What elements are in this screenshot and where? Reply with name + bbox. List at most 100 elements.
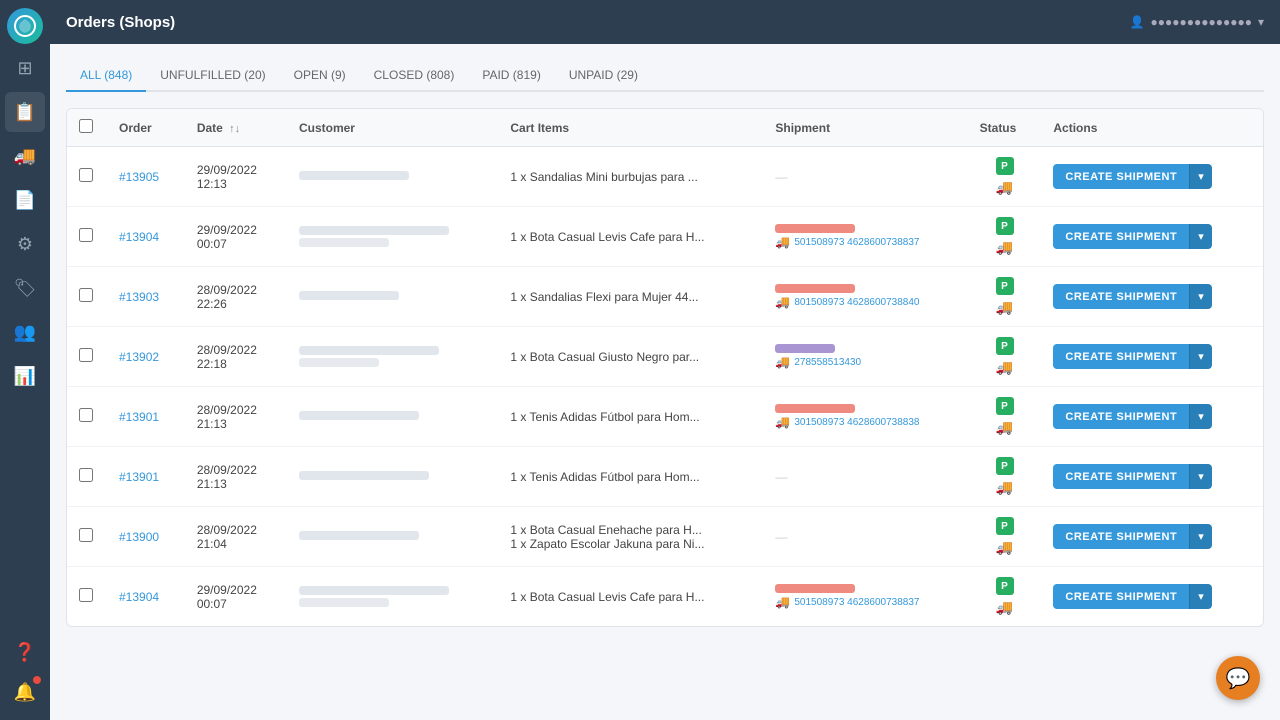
actions-cell: CREATE SHIPMENT ▾ <box>1041 387 1263 447</box>
row-checkbox-13901b[interactable] <box>79 468 93 482</box>
shipment-bar-red <box>775 584 855 593</box>
create-shipment-button[interactable]: CREATE SHIPMENT <box>1053 224 1189 249</box>
order-link-13902[interactable]: #13902 <box>119 350 159 364</box>
tracking-number: 501508973 4628600738837 <box>794 597 919 608</box>
row-checkbox-13905[interactable] <box>79 168 93 182</box>
table-row: #1390228/09/202222:181 x Bota Casual Giu… <box>67 327 1263 387</box>
sidebar-item-reports[interactable]: 📊 <box>5 356 45 396</box>
row-checkbox-13900[interactable] <box>79 528 93 542</box>
order-date: 28/09/202221:13 <box>185 387 287 447</box>
order-link-13903[interactable]: #13903 <box>119 290 159 304</box>
shipment-cell: — <box>763 447 967 507</box>
user-icon: 👤 <box>1130 15 1145 29</box>
cart-items-cell: 1 x Tenis Adidas Fútbol para Hom... <box>498 387 763 447</box>
order-date: 29/09/202200:07 <box>185 207 287 267</box>
cart-items-cell: 1 x Bota Casual Enehache para H...1 x Za… <box>498 507 763 567</box>
sidebar-item-help[interactable]: ❓ <box>5 632 45 672</box>
shipment-cell: — <box>763 147 967 207</box>
status-cell: P 🚚 <box>968 447 1042 507</box>
actions-cell: CREATE SHIPMENT ▾ <box>1041 567 1263 627</box>
content-area: ALL (848) UNFULFILLED (20) OPEN (9) CLOS… <box>50 44 1280 720</box>
order-tabs: ALL (848) UNFULFILLED (20) OPEN (9) CLOS… <box>66 60 1264 92</box>
create-shipment-dropdown[interactable]: ▾ <box>1189 404 1212 429</box>
status-fulfillment-icon: 🚚 <box>996 539 1013 556</box>
create-shipment-button[interactable]: CREATE SHIPMENT <box>1053 344 1189 369</box>
truck-icon: 🚚 <box>775 295 790 309</box>
create-shipment-dropdown[interactable]: ▾ <box>1189 344 1212 369</box>
row-checkbox-13904b[interactable] <box>79 588 93 602</box>
sidebar-item-dashboard[interactable]: ⊞ <box>5 48 45 88</box>
tab-unfulfilled[interactable]: UNFULFILLED (20) <box>146 60 279 92</box>
customer-cell <box>287 327 498 387</box>
customer-cell <box>287 207 498 267</box>
select-all-checkbox[interactable] <box>79 119 93 133</box>
sidebar-item-orders[interactable]: 📋 <box>5 92 45 132</box>
cart-items-cell: 1 x Sandalias Flexi para Mujer 44... <box>498 267 763 327</box>
order-link-13901a[interactable]: #13901 <box>119 410 159 424</box>
cart-item-text: 1 x Tenis Adidas Fútbol para Hom... <box>510 470 730 484</box>
create-shipment-dropdown[interactable]: ▾ <box>1189 524 1212 549</box>
create-shipment-dropdown[interactable]: ▾ <box>1189 584 1212 609</box>
status-fulfillment-icon: 🚚 <box>996 599 1013 616</box>
create-shipment-dropdown[interactable]: ▾ <box>1189 284 1212 309</box>
row-checkbox-13904a[interactable] <box>79 228 93 242</box>
sidebar-item-documents[interactable]: 📄 <box>5 180 45 220</box>
status-cell: P 🚚 <box>968 207 1042 267</box>
sidebar-item-settings[interactable]: ⚙ <box>5 224 45 264</box>
status-paid-icon: P <box>996 217 1014 235</box>
create-shipment-button[interactable]: CREATE SHIPMENT <box>1053 584 1189 609</box>
customer-name-blurred <box>299 471 429 480</box>
user-dropdown-icon[interactable]: ▾ <box>1258 15 1264 29</box>
sidebar-item-users[interactable]: 👥 <box>5 312 45 352</box>
cart-items-cell: 1 x Bota Casual Levis Cafe para H... <box>498 207 763 267</box>
cart-item-text: 1 x Zapato Escolar Jakuna para Ni... <box>510 537 730 551</box>
tab-paid[interactable]: PAID (819) <box>468 60 554 92</box>
orders-table: Order Date ↑↓ Customer Cart Items Shipme… <box>67 109 1263 626</box>
order-link-13904b[interactable]: #13904 <box>119 590 159 604</box>
create-shipment-dropdown[interactable]: ▾ <box>1189 464 1212 489</box>
actions-cell: CREATE SHIPMENT ▾ <box>1041 207 1263 267</box>
col-actions: Actions <box>1041 109 1263 147</box>
col-shipment: Shipment <box>763 109 967 147</box>
sidebar-item-shipping[interactable]: 🚚 <box>5 136 45 176</box>
row-checkbox-13903[interactable] <box>79 288 93 302</box>
cart-item-text: 1 x Bota Casual Levis Cafe para H... <box>510 590 730 604</box>
order-date: 28/09/202221:04 <box>185 507 287 567</box>
customer-cell <box>287 147 498 207</box>
sidebar-item-notifications[interactable]: 🔔 <box>5 672 45 712</box>
col-date[interactable]: Date ↑↓ <box>185 109 287 147</box>
order-link-13900[interactable]: #13900 <box>119 530 159 544</box>
order-link-13905[interactable]: #13905 <box>119 170 159 184</box>
tab-closed[interactable]: CLOSED (808) <box>360 60 469 92</box>
tab-all[interactable]: ALL (848) <box>66 60 146 92</box>
order-link-13904a[interactable]: #13904 <box>119 230 159 244</box>
create-shipment-dropdown[interactable]: ▾ <box>1189 224 1212 249</box>
create-shipment-button[interactable]: CREATE SHIPMENT <box>1053 524 1189 549</box>
no-shipment: — <box>775 470 787 484</box>
tab-unpaid[interactable]: UNPAID (29) <box>555 60 652 92</box>
row-checkbox-13902[interactable] <box>79 348 93 362</box>
create-shipment-button[interactable]: CREATE SHIPMENT <box>1053 164 1189 189</box>
row-checkbox-13901a[interactable] <box>79 408 93 422</box>
cart-items-cell: 1 x Tenis Adidas Fútbol para Hom... <box>498 447 763 507</box>
truck-icon: 🚚 <box>775 595 790 609</box>
cart-item-text: 1 x Tenis Adidas Fútbol para Hom... <box>510 410 730 424</box>
create-shipment-button[interactable]: CREATE SHIPMENT <box>1053 464 1189 489</box>
status-paid-icon: P <box>996 397 1014 415</box>
chat-button[interactable]: 💬 <box>1216 656 1260 700</box>
shipment-bar-red <box>775 224 855 233</box>
order-link-13901b[interactable]: #13901 <box>119 470 159 484</box>
create-shipment-button[interactable]: CREATE SHIPMENT <box>1053 404 1189 429</box>
tab-open[interactable]: OPEN (9) <box>280 60 360 92</box>
create-shipment-button[interactable]: CREATE SHIPMENT <box>1053 284 1189 309</box>
actions-cell: CREATE SHIPMENT ▾ <box>1041 507 1263 567</box>
tracking-number: 301508973 4628600738838 <box>794 417 919 428</box>
create-shipment-btn-group: CREATE SHIPMENT ▾ <box>1053 404 1251 429</box>
orders-table-container: Order Date ↑↓ Customer Cart Items Shipme… <box>66 108 1264 627</box>
order-date: 28/09/202222:26 <box>185 267 287 327</box>
shipment-bar-red <box>775 404 855 413</box>
create-shipment-dropdown[interactable]: ▾ <box>1189 164 1212 189</box>
status-cell: P 🚚 <box>968 507 1042 567</box>
sidebar-item-tags[interactable]: 🏷 <box>5 268 45 308</box>
cart-items-cell: 1 x Bota Casual Giusto Negro par... <box>498 327 763 387</box>
